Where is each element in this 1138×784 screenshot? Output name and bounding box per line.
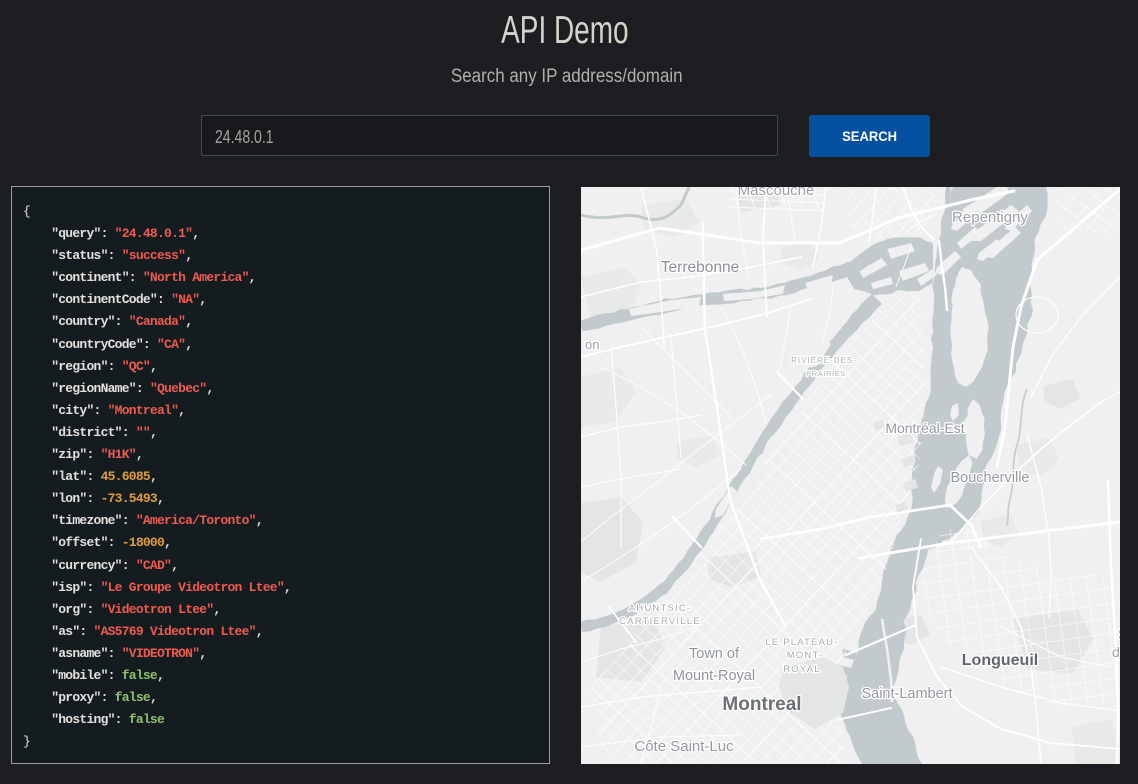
svg-text:LE PLATEAU-: LE PLATEAU- bbox=[765, 637, 838, 648]
svg-text:Longueuil: Longueuil bbox=[962, 652, 1038, 669]
svg-text:Saint-Lambert: Saint-Lambert bbox=[861, 686, 952, 702]
svg-text:RIVIÈRE-DES-: RIVIÈRE-DES- bbox=[791, 356, 857, 365]
svg-text:Repentigny: Repentigny bbox=[952, 209, 1028, 226]
svg-text:Montreal: Montreal bbox=[722, 694, 801, 715]
svg-text:S: S bbox=[1118, 626, 1120, 642]
svg-text:Mascouche: Mascouche bbox=[738, 187, 815, 199]
svg-text:Terrebonne: Terrebonne bbox=[661, 259, 739, 276]
svg-text:ROYAL: ROYAL bbox=[783, 664, 821, 675]
svg-text:CARTIERVILLE: CARTIERVILLE bbox=[619, 616, 701, 627]
svg-text:AHUNTSIC-: AHUNTSIC- bbox=[629, 603, 692, 614]
svg-text:Montréal-Est: Montréal-Est bbox=[885, 420, 964, 436]
svg-text:de: de bbox=[1112, 644, 1120, 660]
svg-text:on: on bbox=[585, 337, 599, 352]
svg-text:PRAIRIES: PRAIRIES bbox=[806, 369, 846, 378]
svg-text:Boucherville: Boucherville bbox=[951, 470, 1030, 486]
svg-text:MONT-: MONT- bbox=[787, 650, 824, 661]
svg-text:Côte Saint-Luc: Côte Saint-Luc bbox=[634, 738, 734, 755]
svg-text:Mount-Royal: Mount-Royal bbox=[673, 668, 755, 684]
svg-text:Town of: Town of bbox=[689, 646, 740, 662]
